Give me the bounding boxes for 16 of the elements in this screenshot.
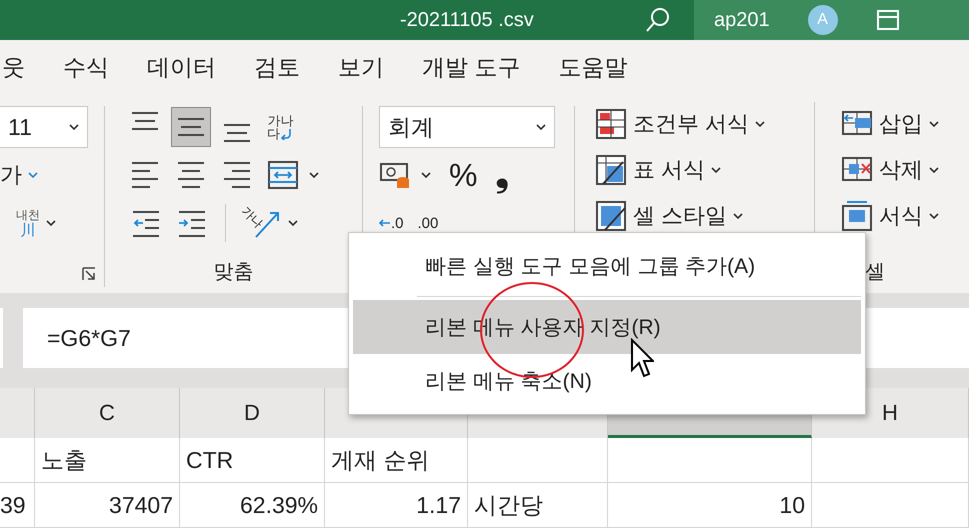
window-title: -20211105 .csv [400, 8, 534, 32]
number-format-value: 회계 [388, 112, 434, 142]
table-cell: 39 [0, 483, 35, 528]
font-glyph: 가 [0, 161, 22, 189]
table-cell: 37407 [35, 483, 180, 528]
table-cell: 62.39% [180, 483, 325, 528]
user-name: ap201 [714, 8, 770, 32]
group-label: 셀 [865, 260, 885, 285]
table-cell: 시간당 [468, 483, 608, 528]
table-cell: 게재 순위 [325, 438, 468, 483]
font-size-value: 11 [8, 114, 32, 140]
group-label: 맞춤 [212, 260, 254, 285]
table-cell: 1.17 [325, 483, 468, 528]
table-cell: 10 [608, 483, 812, 528]
table-cell: 노출 [35, 438, 180, 483]
table-cell: CTR [180, 438, 325, 483]
